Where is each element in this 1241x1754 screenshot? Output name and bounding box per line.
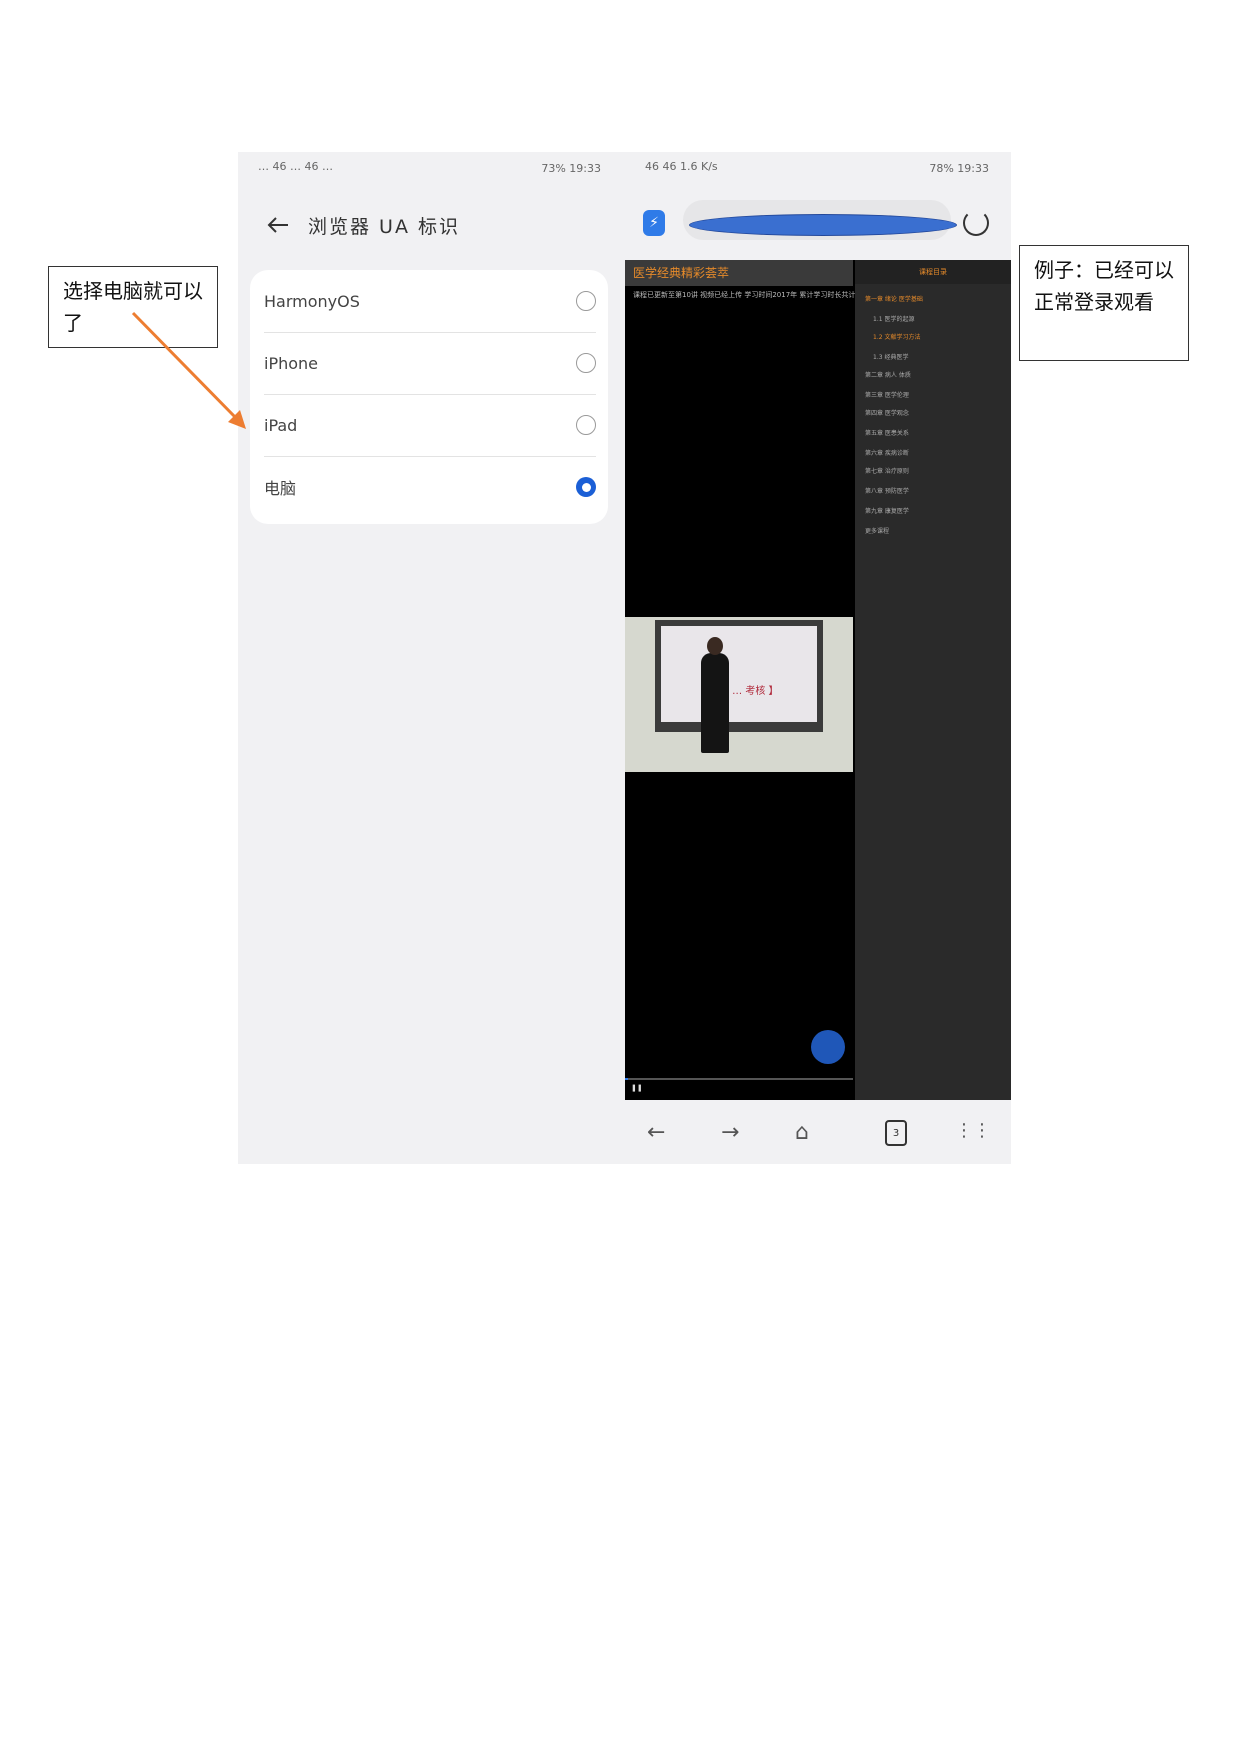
pointer-arrow-icon [131, 311, 246, 429]
